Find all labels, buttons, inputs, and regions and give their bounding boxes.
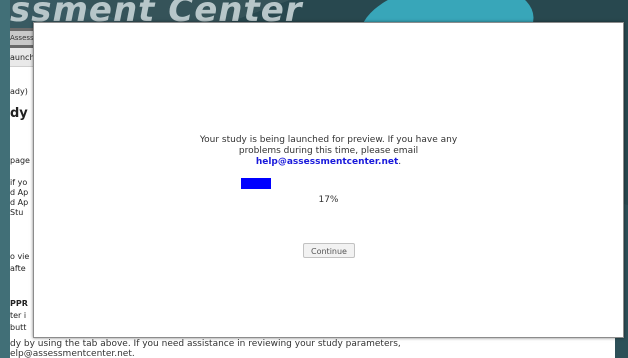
- background-text: afte: [10, 264, 26, 273]
- launch-preview-modal: Your study is being launched for preview…: [33, 22, 624, 338]
- background-bottom-email[interactable]: elp@assessmentcenter.net.: [10, 349, 135, 358]
- site-title: ssment Center: [10, 0, 303, 24]
- background-text: PPR: [10, 299, 28, 308]
- email-suffix: .: [398, 157, 402, 167]
- support-email-link[interactable]: help@assessmentcenter.net: [256, 157, 398, 167]
- background-text: ady): [10, 87, 28, 96]
- background-text: ter i: [10, 311, 27, 320]
- continue-button[interactable]: Continue: [303, 243, 355, 258]
- progress-percent-label: 17%: [318, 195, 339, 205]
- background-text: page: [10, 156, 30, 165]
- launch-message-line-1: Your study is being launched for preview…: [199, 135, 458, 145]
- background-heading: dy: [10, 106, 28, 121]
- background-text: Stu: [10, 208, 24, 217]
- background-bottom-line: dy by using the tab above. If you need a…: [10, 339, 401, 349]
- progress-bar-fill: [241, 178, 271, 189]
- background-subnav-item[interactable]: aunch: [10, 52, 35, 63]
- launch-message-line-2: problems during this time, please email: [238, 146, 419, 156]
- left-stripe: [0, 0, 10, 358]
- launch-message-line-3: help@assessmentcenter.net.: [34, 157, 623, 168]
- background-tab[interactable]: Assessmen: [10, 31, 34, 45]
- progress-bar: [241, 178, 271, 189]
- background-text: butt: [10, 323, 27, 332]
- background-text: o vie: [10, 252, 30, 261]
- launch-message: Your study is being launched for preview…: [34, 135, 623, 168]
